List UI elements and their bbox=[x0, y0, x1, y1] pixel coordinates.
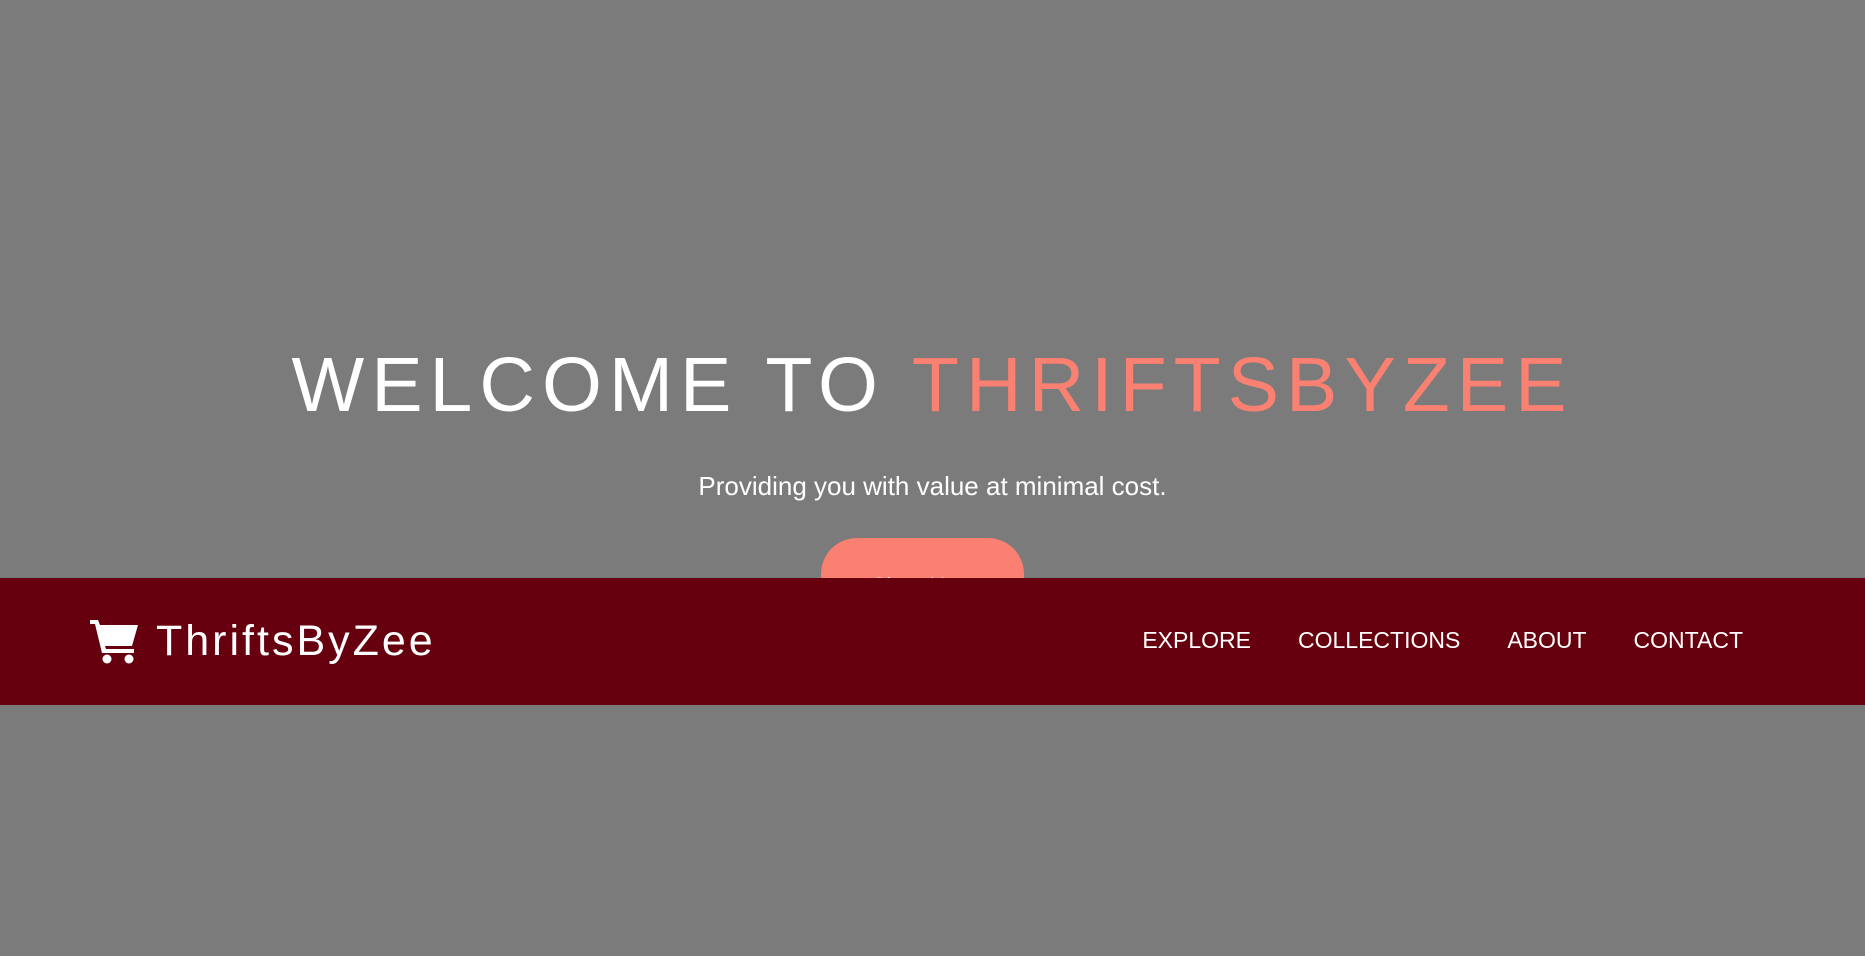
nav-item-about: ABOUT bbox=[1507, 625, 1586, 655]
hero-title-prefix: WELCOME TO bbox=[291, 342, 912, 428]
nav-item-collections: COLLECTIONS bbox=[1298, 625, 1460, 655]
hero-title: WELCOME TO THRIFTSBYZEE bbox=[0, 340, 1865, 430]
hero-subtitle: Providing you with value at minimal cost… bbox=[698, 471, 1167, 501]
nav-link-explore[interactable]: EXPLORE bbox=[1142, 627, 1251, 653]
nav-link-contact[interactable]: CONTACT bbox=[1634, 627, 1743, 653]
brand-name: ThriftsByZee bbox=[156, 617, 436, 665]
page: WELCOME TO THRIFTSBYZEE Providing you wi… bbox=[0, 0, 1865, 958]
nav-item-explore: EXPLORE bbox=[1142, 625, 1251, 655]
nav-link-about[interactable]: ABOUT bbox=[1507, 627, 1586, 653]
hero-title-brand: THRIFTSBYZEE bbox=[911, 342, 1574, 428]
nav-links: EXPLORE COLLECTIONS ABOUT CONTACT bbox=[1142, 625, 1743, 655]
nav-link-collections[interactable]: COLLECTIONS bbox=[1298, 627, 1460, 653]
shopping-cart-icon bbox=[90, 618, 140, 664]
nav-item-contact: CONTACT bbox=[1634, 625, 1743, 655]
hero-section: WELCOME TO THRIFTSBYZEE Providing you wi… bbox=[0, 0, 1865, 956]
navbar: ThriftsByZee EXPLORE COLLECTIONS ABOUT C… bbox=[0, 578, 1865, 705]
brand-link[interactable]: ThriftsByZee bbox=[90, 616, 436, 666]
